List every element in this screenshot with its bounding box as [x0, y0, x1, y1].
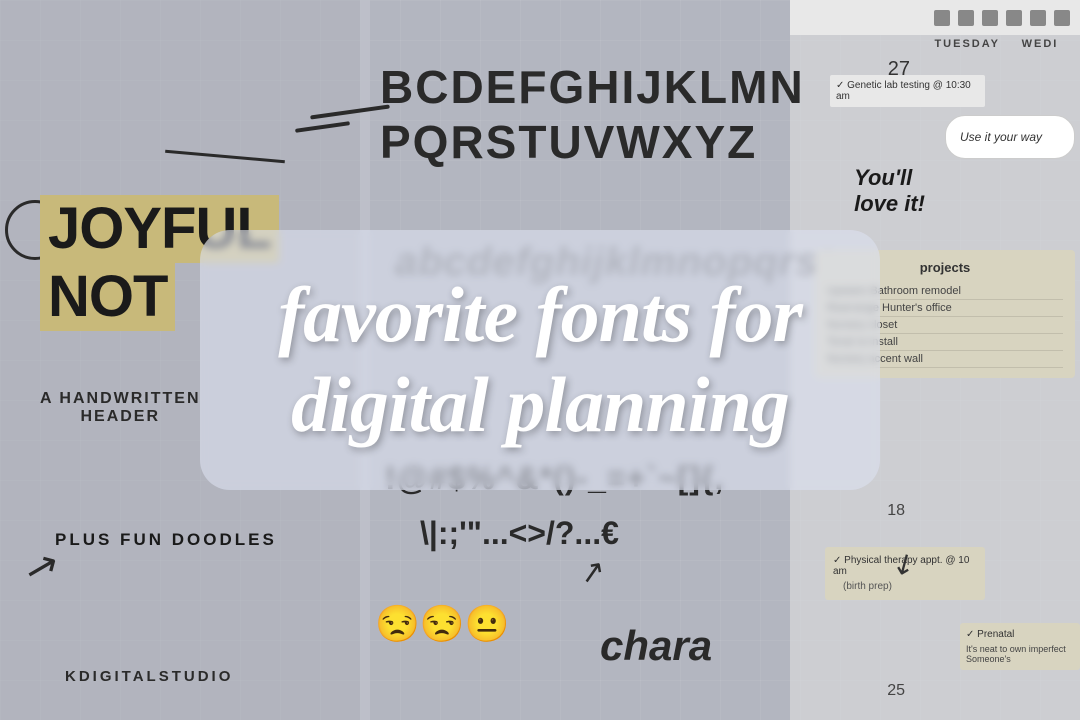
neat-text: It's neat to own imperfect Someone's	[966, 644, 1074, 664]
planner-col-wedi: WEDI	[1000, 38, 1080, 50]
planner-row-25: 25	[887, 682, 905, 700]
prenatal-check: ✓ Prenatal	[966, 629, 1074, 640]
toolbar-icon-2	[958, 10, 974, 26]
toolbar-icon-6	[1054, 10, 1070, 26]
prenatal-note: ✓ Prenatal It's neat to own imperfect So…	[960, 623, 1080, 670]
genetic-lab-note: ✓ Genetic lab testing @ 10:30 am	[830, 75, 985, 107]
toolbar-icon-5	[1030, 10, 1046, 26]
toolbar-icon-1	[934, 10, 950, 26]
doodles-label: PLUS FUN DOODLES	[55, 530, 277, 550]
main-title-overlay: favorite fonts for digital planning	[200, 230, 880, 490]
charo-text: chara	[600, 622, 712, 670]
emoji-row: 😒😒😐	[375, 603, 509, 645]
special-chars-2: \|:;'"...<>/?...€	[420, 515, 619, 552]
handwritten-label: A HANDWRITTEN HEADER	[40, 390, 201, 426]
main-title: favorite fonts for digital planning	[248, 260, 832, 459]
title-line2: NOT	[40, 263, 175, 331]
speech-bubble: Use it your way	[945, 115, 1075, 159]
love-text: You'll love it!	[854, 165, 925, 218]
brand-label: KDIGITALSTUDIO	[65, 668, 233, 685]
planner-row-18: 18	[887, 502, 905, 520]
toolbar-icon-4	[1006, 10, 1022, 26]
alphabet-upper: BCDEFGHIJKLMN PQRSTUVWXYZ	[380, 60, 805, 170]
planner-col-tuesday: TUESDAY	[934, 38, 1000, 50]
planner-toolbar	[790, 0, 1080, 35]
birth-prep: (birth prep)	[833, 581, 977, 592]
toolbar-icon-3	[982, 10, 998, 26]
